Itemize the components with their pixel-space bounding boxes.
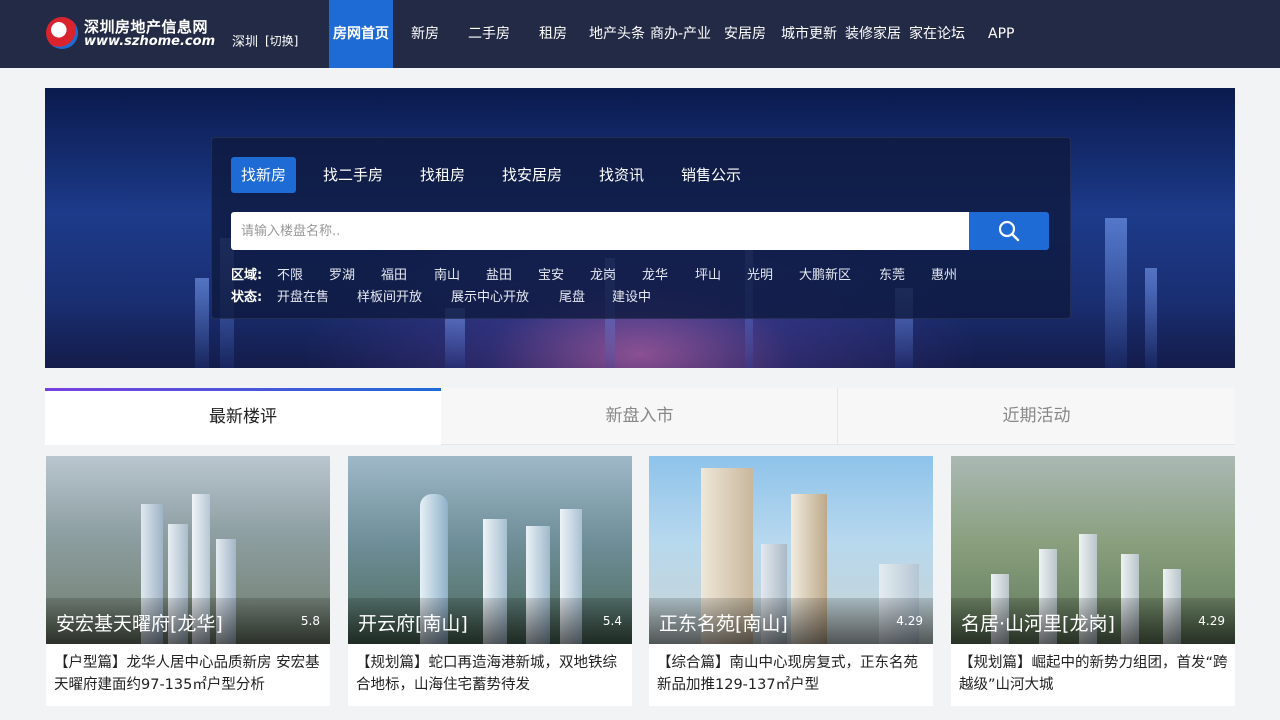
nav-new-house[interactable]: 新房 bbox=[411, 0, 439, 68]
search-tab-affordable[interactable]: 找安居房 bbox=[502, 157, 562, 193]
review-date: 4.29 bbox=[896, 614, 923, 628]
status-option[interactable]: 尾盘 bbox=[559, 286, 585, 305]
search-button[interactable] bbox=[969, 212, 1049, 250]
status-option[interactable]: 建设中 bbox=[612, 286, 651, 305]
nav-affordable-housing[interactable]: 安居房 bbox=[724, 0, 766, 68]
current-city: 深圳 bbox=[232, 35, 259, 50]
property-title[interactable]: 开云府[南山] bbox=[358, 609, 468, 636]
review-summary[interactable]: 【综合篇】南山中心现房复式，正东名苑新品加推129-137㎡户型 bbox=[657, 652, 927, 696]
review-date: 5.8 bbox=[300, 614, 320, 628]
review-card[interactable]: 安宏基天曜府[龙华] 5.8 【户型篇】龙华人居中心品质新房 安宏基天曜府建面约… bbox=[46, 456, 330, 706]
tab-latest-reviews[interactable]: 最新楼评 bbox=[45, 388, 441, 445]
banner-decoration bbox=[1105, 218, 1127, 368]
nav-forum[interactable]: 家在论坛 bbox=[909, 0, 965, 68]
logo-icon[interactable] bbox=[46, 17, 78, 49]
search-panel: 找新房 找二手房 找租房 找安居房 找资讯 销售公示 区域: 不限 罗湖 福田 … bbox=[211, 137, 1071, 319]
search-tab-sales-notice[interactable]: 销售公示 bbox=[681, 157, 741, 193]
status-option[interactable]: 开盘在售 bbox=[277, 286, 329, 305]
review-summary[interactable]: 【规划篇】蛇口再造海港新城，双地铁综合地标，山海住宅蓄势待发 bbox=[356, 652, 626, 696]
search-tab-new-house[interactable]: 找新房 bbox=[231, 157, 297, 193]
nav-decoration[interactable]: 装修家居 bbox=[845, 0, 901, 68]
review-date: 4.29 bbox=[1198, 614, 1225, 628]
nav-rent[interactable]: 租房 bbox=[539, 0, 567, 68]
tab-recent-events[interactable]: 近期活动 bbox=[838, 388, 1235, 445]
area-filter-label: 区域: bbox=[231, 268, 263, 283]
content-tabs: 最新楼评 新盘入市 近期活动 bbox=[45, 388, 1235, 445]
area-option[interactable]: 惠州 bbox=[931, 264, 957, 283]
search-tab-second-hand[interactable]: 找二手房 bbox=[323, 157, 383, 193]
search-banner: 找新房 找二手房 找租房 找安居房 找资讯 销售公示 区域: 不限 罗湖 福田 … bbox=[45, 88, 1235, 368]
area-option[interactable]: 南山 bbox=[434, 264, 460, 283]
area-option[interactable]: 不限 bbox=[277, 264, 303, 283]
area-option[interactable]: 大鹏新区 bbox=[799, 264, 851, 283]
review-card[interactable]: 正东名苑[南山] 4.29 【综合篇】南山中心现房复式，正东名苑新品加推129-… bbox=[649, 456, 933, 706]
review-date: 5.4 bbox=[602, 614, 622, 628]
area-option[interactable]: 东莞 bbox=[879, 264, 905, 283]
search-tab-rent[interactable]: 找租房 bbox=[420, 157, 465, 193]
nav-home[interactable]: 房网首页 bbox=[329, 0, 393, 68]
nav-app[interactable]: APP bbox=[988, 0, 1014, 68]
property-title[interactable]: 名居·山河里[龙岗] bbox=[961, 609, 1115, 636]
review-summary[interactable]: 【规划篇】崛起中的新势力组团，首发“跨越级”山河大城 bbox=[959, 652, 1229, 696]
area-option[interactable]: 罗湖 bbox=[329, 264, 355, 283]
nav-headlines[interactable]: 地产头条 bbox=[589, 0, 645, 68]
area-option[interactable]: 光明 bbox=[747, 264, 773, 283]
nav-second-hand[interactable]: 二手房 bbox=[468, 0, 510, 68]
review-card[interactable]: 名居·山河里[龙岗] 4.29 【规划篇】崛起中的新势力组团，首发“跨越级”山河… bbox=[951, 456, 1235, 706]
area-option[interactable]: 龙华 bbox=[642, 264, 668, 283]
review-card[interactable]: 开云府[南山] 5.4 【规划篇】蛇口再造海港新城，双地铁综合地标，山海住宅蓄势… bbox=[348, 456, 632, 706]
area-option[interactable]: 龙岗 bbox=[590, 264, 616, 283]
search-input[interactable] bbox=[231, 212, 969, 250]
area-option[interactable]: 盐田 bbox=[486, 264, 512, 283]
area-option[interactable]: 坪山 bbox=[695, 264, 721, 283]
search-icon bbox=[998, 220, 1020, 242]
top-navbar: 深圳房地产信息网 www.szhome.com 深圳 [切换] 房网首页 新房 … bbox=[0, 0, 1280, 68]
area-option[interactable]: 福田 bbox=[381, 264, 407, 283]
banner-decoration bbox=[1145, 268, 1157, 368]
tab-new-listings[interactable]: 新盘入市 bbox=[441, 388, 838, 445]
site-url[interactable]: www.szhome.com bbox=[84, 34, 215, 49]
status-filter-label: 状态: bbox=[231, 290, 263, 305]
banner-decoration bbox=[195, 278, 209, 368]
property-title[interactable]: 安宏基天曜府[龙华] bbox=[56, 609, 223, 636]
area-option[interactable]: 宝安 bbox=[538, 264, 564, 283]
review-summary[interactable]: 【户型篇】龙华人居中心品质新房 安宏基天曜府建面约97-135㎡户型分析 bbox=[54, 652, 324, 696]
status-option[interactable]: 展示中心开放 bbox=[451, 286, 529, 305]
status-option[interactable]: 样板间开放 bbox=[357, 286, 422, 305]
property-title[interactable]: 正东名苑[南山] bbox=[659, 609, 788, 636]
search-tab-news[interactable]: 找资讯 bbox=[599, 157, 644, 193]
city-switch-link[interactable]: [切换] bbox=[265, 32, 298, 49]
nav-commercial[interactable]: 商办-产业 bbox=[650, 0, 711, 68]
nav-urban-renewal[interactable]: 城市更新 bbox=[781, 0, 837, 68]
